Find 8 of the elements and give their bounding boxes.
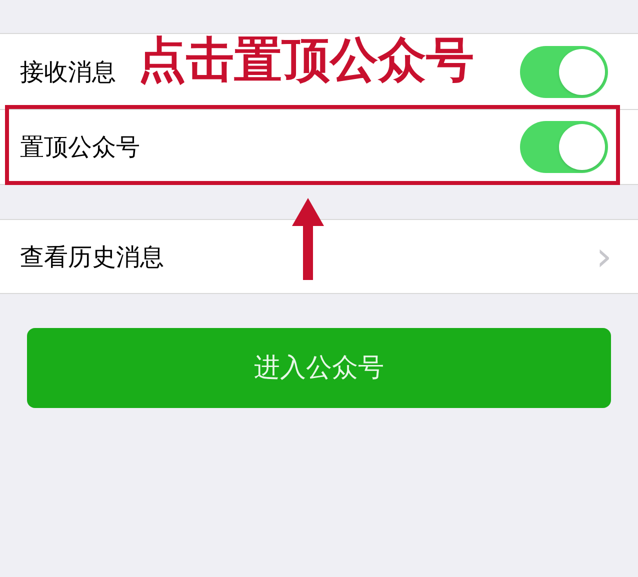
chevron-icon: ›: [596, 236, 612, 276]
toggle-switch[interactable]: [520, 121, 608, 173]
history-row[interactable]: 查看历史消息 ›: [0, 219, 638, 294]
row-label: 置顶公众号: [20, 132, 140, 163]
annotation-text: 点击置顶公众号: [138, 36, 474, 84]
toggle-switch[interactable]: [520, 46, 608, 98]
row-label: 查看历史消息: [20, 242, 164, 272]
row-label: 接收消息: [20, 56, 116, 88]
